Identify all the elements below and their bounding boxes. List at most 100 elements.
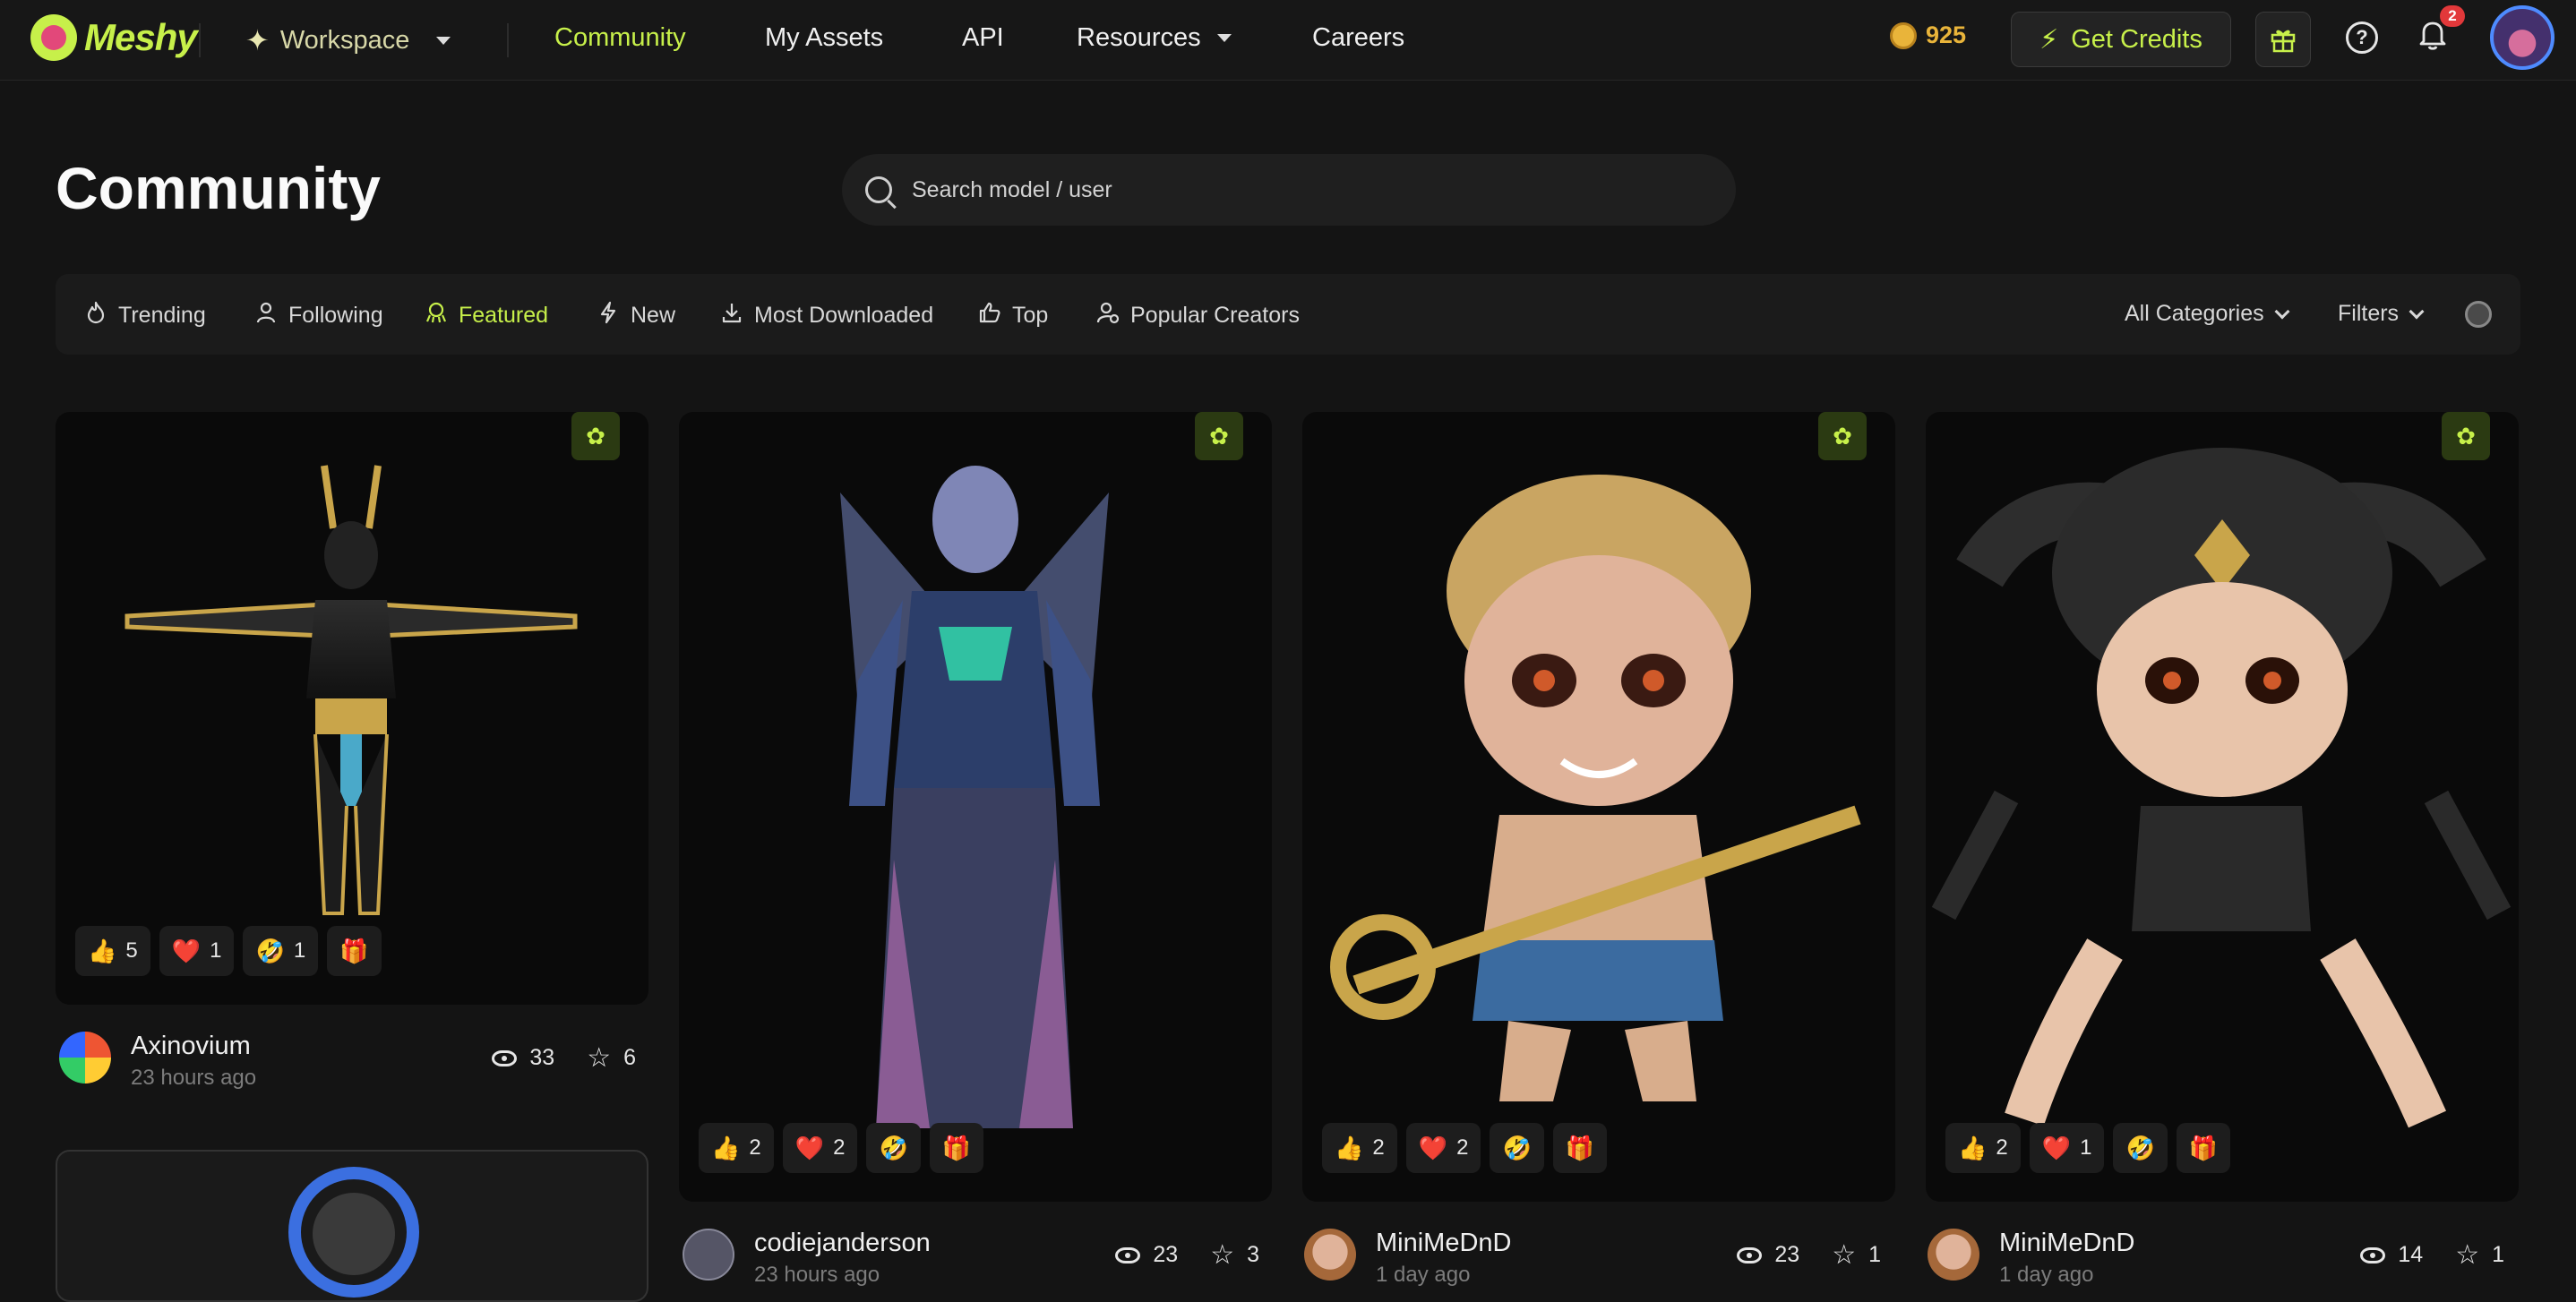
help-icon[interactable]: ?	[2346, 21, 2378, 54]
filters-label: Filters	[2338, 301, 2400, 326]
search-input[interactable]	[912, 176, 1700, 203]
credits-value: 925	[1926, 21, 1967, 48]
page-title: Community	[56, 155, 381, 221]
card-meta: codiejanderson 23 hours ago 23 ☆ 3	[683, 1229, 1275, 1300]
tab-most-downloaded[interactable]: Most Downloaded	[720, 301, 933, 330]
tab-top[interactable]: Top	[978, 301, 1048, 330]
model-card[interactable]: 👍 2 ❤️ 2 🤣 🎁	[1302, 412, 1895, 1202]
star-icon[interactable]: ☆	[587, 1042, 611, 1074]
tab-label: Featured	[459, 303, 549, 328]
search-bar[interactable]	[842, 154, 1736, 226]
model-card[interactable]	[56, 1150, 648, 1302]
model-card[interactable]: 👍 5 ❤️ 1 🤣 1 🎁	[56, 412, 648, 1005]
tab-trending[interactable]: Trending	[84, 301, 206, 330]
eye-icon	[1737, 1246, 1763, 1263]
thumbs-up-icon	[978, 301, 1001, 330]
creator-avatar[interactable]	[1928, 1229, 1979, 1281]
bell-icon[interactable]	[2418, 20, 2447, 58]
tab-label: Trending	[118, 303, 206, 328]
categories-label: All Categories	[2125, 301, 2264, 326]
creator-avatar[interactable]	[1304, 1229, 1356, 1281]
star-icon[interactable]: ☆	[2455, 1239, 2479, 1271]
featured-badge: ✿	[1195, 412, 1243, 460]
laugh-reaction[interactable]: 🤣	[1490, 1123, 1544, 1173]
like-reaction[interactable]: 👍 2	[1322, 1123, 1397, 1173]
tab-label: New	[631, 303, 676, 328]
eye-icon	[1115, 1246, 1141, 1263]
thumbs-up-icon: 👍	[1958, 1134, 1988, 1161]
model-card[interactable]: 👍 2 ❤️ 2 🤣 🎁	[679, 412, 1272, 1202]
nav-divider	[199, 23, 201, 57]
heart-reaction[interactable]: ❤️ 1	[2029, 1123, 2105, 1173]
tab-following[interactable]: Following	[254, 301, 383, 330]
model-preview-anubis	[125, 465, 578, 915]
laugh-reaction[interactable]: 🤣 1	[243, 926, 319, 976]
featured-badge: ✿	[1818, 412, 1867, 460]
view-count: 23	[1774, 1242, 1800, 1267]
tab-label: Top	[1012, 303, 1049, 328]
eye-icon	[492, 1049, 518, 1066]
user-icon	[254, 301, 278, 330]
categories-dropdown[interactable]: All Categories	[2125, 301, 2290, 327]
get-credits-button[interactable]: ⚡ Get Credits	[2011, 12, 2231, 67]
nav-resources[interactable]: Resources	[1077, 23, 1232, 53]
tab-popular-creators[interactable]: Popular Creators	[1096, 301, 1300, 330]
laugh-reaction[interactable]: 🤣	[866, 1123, 921, 1173]
creator-name[interactable]: codiejanderson	[754, 1229, 931, 1258]
like-count: 5	[125, 938, 138, 963]
heart-count: 1	[210, 938, 222, 963]
star-icon[interactable]: ☆	[1832, 1239, 1856, 1271]
like-count: 2	[1996, 1135, 2008, 1160]
featured-icon: ✿	[1818, 412, 1867, 460]
laugh-reaction[interactable]: 🤣	[2113, 1123, 2168, 1173]
nav-community[interactable]: Community	[554, 23, 686, 53]
creator-name[interactable]: MiniMeDnD	[1999, 1229, 2134, 1258]
laugh-icon: 🤣	[255, 937, 285, 964]
bolt-icon	[597, 301, 620, 330]
credits-balance[interactable]: 925	[1890, 21, 1966, 49]
nav-api[interactable]: API	[962, 23, 1004, 53]
model-card[interactable]: 👍 2 ❤️ 1 🤣 🎁	[1926, 412, 2519, 1202]
nav-workspace[interactable]: ✦ Workspace	[245, 23, 451, 57]
thumbs-up-icon: 👍	[88, 937, 117, 964]
gift-reaction[interactable]: 🎁	[1552, 1123, 1608, 1173]
creator-avatar[interactable]	[683, 1229, 734, 1281]
like-reaction[interactable]: 👍 2	[1945, 1123, 2021, 1173]
meshy-logo-icon	[30, 14, 77, 61]
thumbs-up-icon: 👍	[1335, 1134, 1364, 1161]
download-icon	[720, 301, 743, 330]
heart-icon: ❤️	[171, 937, 202, 964]
nav-careers[interactable]: Careers	[1312, 23, 1404, 53]
loading-icon	[2465, 301, 2492, 328]
tab-new[interactable]: New	[597, 301, 675, 330]
gift-reaction[interactable]: 🎁	[929, 1123, 984, 1173]
featured-icon: ✿	[1195, 412, 1243, 460]
gift-reaction[interactable]: 🎁	[327, 926, 382, 976]
creator-avatar[interactable]	[59, 1032, 111, 1084]
card-meta: Axinovium 23 hours ago 33 ☆ 6	[59, 1032, 652, 1103]
gift-icon: 🎁	[1565, 1134, 1595, 1161]
heart-reaction[interactable]: ❤️ 2	[1405, 1123, 1481, 1173]
user-avatar[interactable]	[2490, 5, 2555, 70]
nav-divider	[507, 23, 509, 57]
creator-name[interactable]: Axinovium	[131, 1032, 251, 1061]
chevron-down-icon	[436, 36, 451, 45]
tab-label: Popular Creators	[1130, 303, 1300, 328]
meshy-logo[interactable]: Meshy	[30, 14, 198, 61]
heart-reaction[interactable]: ❤️ 2	[782, 1123, 858, 1173]
tab-featured[interactable]: Featured	[425, 301, 548, 330]
notification-badge: 2	[2440, 5, 2465, 27]
creator-name[interactable]: MiniMeDnD	[1376, 1229, 1511, 1258]
gift-button[interactable]	[2255, 12, 2311, 67]
view-count: 14	[2398, 1242, 2424, 1267]
gift-reaction[interactable]: 🎁	[2176, 1123, 2231, 1173]
star-icon[interactable]: ☆	[1210, 1239, 1234, 1271]
bolt-icon: ⚡	[2039, 24, 2059, 55]
nav-my-assets[interactable]: My Assets	[765, 23, 883, 53]
reaction-bar: 👍 2 ❤️ 1 🤣 🎁	[1945, 1123, 2231, 1173]
reaction-bar: 👍 5 ❤️ 1 🤣 1 🎁	[75, 926, 382, 976]
like-reaction[interactable]: 👍 5	[75, 926, 150, 976]
like-reaction[interactable]: 👍 2	[699, 1123, 774, 1173]
heart-reaction[interactable]: ❤️ 1	[159, 926, 235, 976]
filters-dropdown[interactable]: Filters	[2338, 301, 2425, 327]
